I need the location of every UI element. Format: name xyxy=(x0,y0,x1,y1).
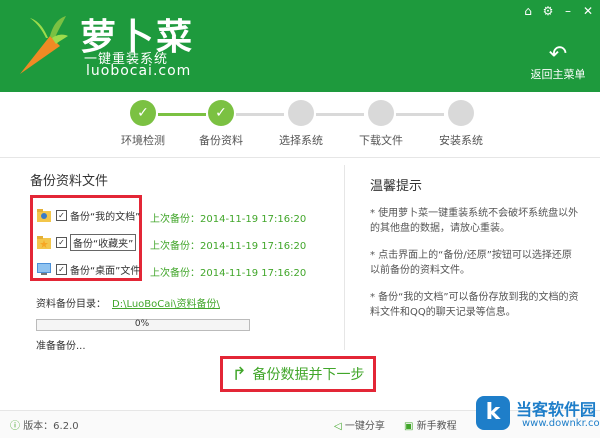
backup-item-label: 备份“桌面”文件 xyxy=(70,265,141,277)
favorites-folder-icon xyxy=(37,236,51,249)
step-environment-check: ✓ 环境检测 xyxy=(108,100,178,148)
back-arrow-icon: ↶ xyxy=(548,42,568,67)
home-icon[interactable]: ⌂ xyxy=(522,4,534,18)
backup-and-next-button[interactable]: ↱ 备份数据并下一步 xyxy=(220,356,376,392)
tips-title: 温馨提示 xyxy=(370,179,423,194)
backup-dir-link[interactable]: D:\LuoBoCai\资料备份\ xyxy=(112,299,220,310)
carrot-logo-icon xyxy=(20,16,68,74)
backup-panel: 备份资料文件 xyxy=(30,170,330,197)
backup-item-documents[interactable]: ✓ 备份“我的文档” xyxy=(36,205,140,225)
pending-circle-icon xyxy=(288,100,314,126)
check-icon: ✓ xyxy=(208,100,234,126)
step-label: 环境检测 xyxy=(121,134,165,147)
backup-directory: 资料备份目录： D:\LuoBoCai\资料备份\ xyxy=(36,295,220,310)
backup-status: 准备备份... xyxy=(36,341,86,352)
tips-panel: 温馨提示 * 使用萝卜菜一键重装系统不会破坏系统盘以外的其他盘的数据，请放心重装… xyxy=(370,175,580,332)
step-label: 下载文件 xyxy=(359,134,403,147)
backup-item-label: 备份“收藏夹” xyxy=(70,233,137,251)
watermark-name: 当客软件园 xyxy=(516,400,597,419)
backup-dir-label: 资料备份目录： xyxy=(36,299,106,310)
backup-item-favorites[interactable]: ✓ 备份“收藏夹” xyxy=(36,232,137,252)
tip-item: * 备份“我的文档”可以备份存放到我的文档的资料文件和QQ的聊天记录等信息。 xyxy=(370,292,579,318)
pending-circle-icon xyxy=(368,100,394,126)
check-icon: ✓ xyxy=(130,100,156,126)
divider xyxy=(0,157,600,158)
panel-divider xyxy=(344,165,345,350)
checkbox[interactable]: ✓ xyxy=(56,236,67,248)
back-to-main-button[interactable]: ↶ 返回主菜单 xyxy=(526,44,590,82)
last-backup-time: 上次备份：2014-11-19 17:16:20 xyxy=(150,214,307,225)
next-button-label: 备份数据并下一步 xyxy=(252,367,365,383)
gear-icon[interactable]: ⚙ xyxy=(542,4,554,18)
step-download-files: 下载文件 xyxy=(346,100,416,148)
last-backup-time: 上次备份：2014-11-19 17:16:20 xyxy=(150,268,307,279)
step-select-system: 选择系统 xyxy=(266,100,336,148)
step-install-system: 安装系统 xyxy=(426,100,496,148)
tutorial-icon: ▣ xyxy=(404,421,417,432)
next-arrow-icon: ↱ xyxy=(231,363,247,385)
watermark-logo-icon: k xyxy=(476,396,510,430)
back-label: 返回主菜单 xyxy=(530,68,586,81)
share-icon: ◁ xyxy=(334,421,345,432)
desktop-monitor-icon xyxy=(37,263,51,275)
app-header: 萝卜菜 一键重装系统 luobocai.com ⌂ ⚙ – ✕ ↶ 返回主菜单 xyxy=(0,0,600,92)
pending-circle-icon xyxy=(448,100,474,126)
backup-section-title: 备份资料文件 xyxy=(30,174,109,189)
step-label: 安装系统 xyxy=(439,134,483,147)
backup-item-desktop[interactable]: ✓ 备份“桌面”文件 xyxy=(36,259,140,279)
minimize-icon[interactable]: – xyxy=(562,4,574,18)
checkbox[interactable]: ✓ xyxy=(56,263,67,275)
close-icon[interactable]: ✕ xyxy=(582,4,594,18)
site-watermark: k 当客软件园 www.downkr.com xyxy=(476,394,600,434)
backup-item-label: 备份“我的文档” xyxy=(70,211,141,223)
app-url: luobocai.com xyxy=(86,63,192,79)
step-label: 选择系统 xyxy=(279,134,323,147)
tip-item: * 点击界面上的“备份/还原”按钮可以选择还原以前备份的资料文件。 xyxy=(370,250,572,276)
documents-folder-icon xyxy=(37,209,51,222)
step-progress: ✓ 环境检测 ✓ 备份资料 选择系统 下载文件 安装系统 xyxy=(0,92,600,157)
last-backup-time: 上次备份：2014-11-19 17:16:20 xyxy=(150,241,307,252)
window-controls: ⌂ ⚙ – ✕ xyxy=(522,4,594,18)
watermark-url: www.downkr.com xyxy=(522,418,600,429)
step-backup-data: ✓ 备份资料 xyxy=(186,100,256,148)
tutorial-button[interactable]: ▣ 新手教程 xyxy=(404,417,457,432)
step-label: 备份资料 xyxy=(199,134,243,147)
share-button[interactable]: ◁ 一键分享 xyxy=(334,417,385,432)
checkbox[interactable]: ✓ xyxy=(56,209,67,221)
version-icon: ⓘ xyxy=(10,421,24,432)
version-text: ⓘ 版本：6.2.0 xyxy=(10,421,79,432)
tip-item: * 使用萝卜菜一键重装系统不会破坏系统盘以外的其他盘的数据，请放心重装。 xyxy=(370,208,579,234)
progress-text: 0% xyxy=(134,319,150,329)
